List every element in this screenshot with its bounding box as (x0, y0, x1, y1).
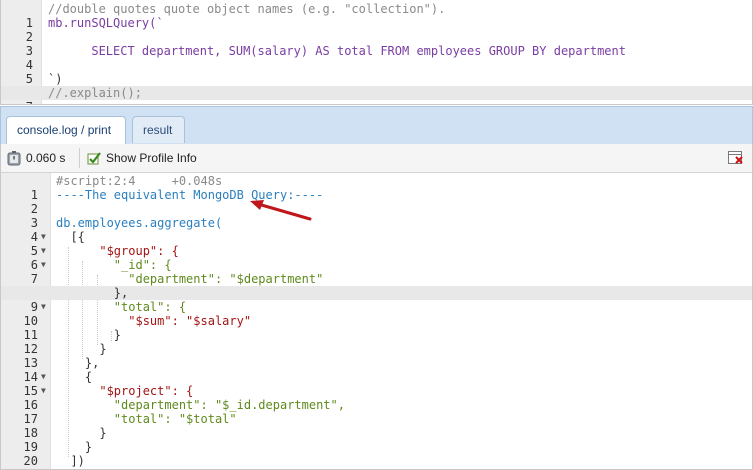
editor-line: 5 (1, 58, 752, 86)
editor-line-active: 7 //.explain(); (1, 86, 752, 104)
output-text: }, (56, 356, 100, 370)
checkbox-checked-icon[interactable] (87, 151, 102, 165)
annotation-arrow-icon (250, 200, 312, 221)
output-text: ]) (56, 454, 85, 468)
output-tab-bar: console.log / print result (0, 106, 753, 145)
output-line: 15 ▼ { (1, 370, 752, 398)
output-line: 11 "$sum": "$salary" (1, 314, 752, 342)
output-line: 16 ▼ "$project": { (1, 384, 752, 412)
output-line: 14 }, (1, 356, 752, 384)
output-text: } (56, 328, 122, 342)
toolbar-divider (79, 148, 80, 168)
fold-arrow-icon[interactable]: ▼ (41, 300, 46, 314)
output-line: 18 "total": "$total" (1, 412, 752, 440)
output-text: db.employees.aggregate( (56, 216, 223, 230)
editor-line: 1 //double quotes quote object names (e.… (1, 2, 752, 30)
code-text: `) (48, 72, 63, 86)
timer-label: 0.060 s (26, 151, 66, 165)
output-text: } (56, 426, 107, 440)
editor-line: 4 SELECT department, SUM(salary) AS tota… (1, 44, 752, 72)
output-line: 1 #script:2:4 +0.048s (1, 174, 752, 202)
tab-result[interactable]: result (132, 116, 185, 143)
output-text: "$sum": "$salary" (56, 314, 252, 328)
output-text: "$group": { (56, 244, 179, 258)
output-text: }, (56, 286, 129, 300)
console-output[interactable]: 1 #script:2:4 +0.048s 2 ----The equivale… (0, 173, 753, 470)
output-text: "total": { (56, 300, 187, 314)
output-line: 20 } (1, 440, 752, 468)
show-profile-toggle[interactable]: Show Profile Info (87, 144, 197, 172)
output-line: 8 "department": "$department" (1, 272, 752, 300)
output-text: } (56, 440, 93, 454)
fold-arrow-icon[interactable]: ▼ (41, 244, 46, 258)
output-text: [{ (56, 230, 85, 244)
output-line: 7 ▼ "_id": { (1, 258, 752, 286)
tab-label: result (143, 123, 173, 137)
output-text: } (56, 342, 107, 356)
output-toolbar: 0.060 s Show Profile Info (0, 144, 753, 173)
editor-line: `) (1, 72, 752, 86)
output-line: 2 ----The equivalent MongoDB Query:---- (1, 188, 752, 216)
output-line: 10 ▼ "total": { (1, 300, 752, 328)
editor-line: 2 mb.runSQLQuery(` (1, 16, 752, 44)
output-line: 12 } (1, 328, 752, 356)
fold-arrow-icon[interactable]: ▼ (41, 370, 46, 384)
output-line: 21 ]) (1, 454, 752, 469)
output-line: 6 ▼ "$group": { (1, 244, 752, 272)
execution-time: 0.060 s (7, 144, 65, 172)
output-text: "total": "$total" (56, 412, 237, 426)
output-text: #script:2:4 +0.048s (56, 174, 223, 188)
fold-arrow-icon[interactable]: ▼ (41, 258, 46, 272)
stopwatch-icon (7, 150, 21, 165)
code-text: //double quotes quote object names (e.g.… (48, 2, 446, 16)
output-line-active: 9 }, (1, 286, 752, 314)
tab-label: console.log / print (17, 123, 112, 137)
output-line: 3 (1, 202, 752, 230)
code-text: SELECT department, SUM(salary) AS total … (48, 44, 626, 58)
fold-arrow-icon[interactable]: ▼ (41, 384, 46, 398)
output-line: 4 db.employees.aggregate( (1, 216, 752, 244)
output-line: 19 } (1, 426, 752, 454)
output-text: { (56, 370, 93, 384)
output-line: 5 ▼ [{ (1, 230, 752, 258)
editor-line: 3 (1, 30, 752, 58)
output-line: 17 "department": "$_id.department", (1, 398, 752, 426)
output-text: "_id": { (56, 258, 172, 272)
fold-arrow-icon[interactable]: ▼ (41, 230, 46, 244)
line-number: 7 (1, 100, 33, 104)
output-line: 13 } (1, 342, 752, 370)
output-text: "department": "$department" (56, 272, 324, 286)
clear-output-icon[interactable] (728, 151, 744, 165)
output-text: "department": "$_id.department", (56, 398, 345, 412)
code-text: //.explain(); (48, 86, 142, 100)
code-text: mb.runSQLQuery(` (48, 16, 164, 30)
profile-label: Show Profile Info (106, 151, 197, 165)
sql-editor[interactable]: 1 //double quotes quote object names (e.… (0, 0, 753, 105)
tab-console-log[interactable]: console.log / print (6, 116, 126, 144)
output-text: "$project": { (56, 384, 194, 398)
